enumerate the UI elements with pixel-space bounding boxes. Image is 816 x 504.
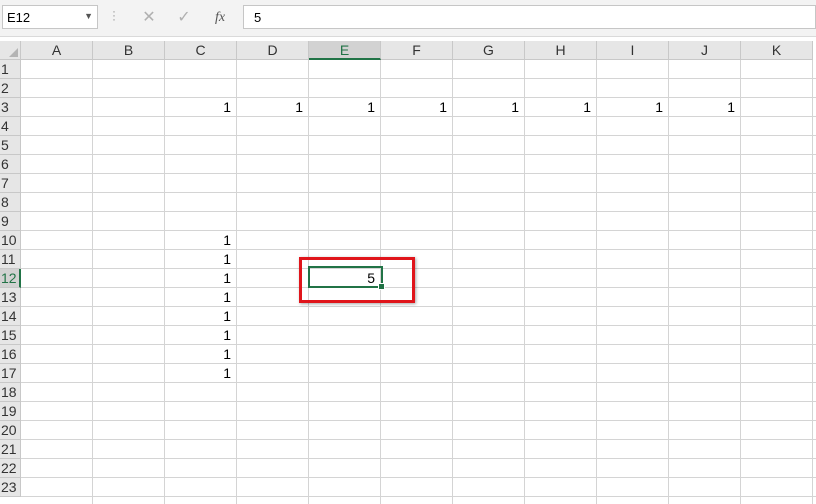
column-gridline [452,60,453,504]
column-header-d[interactable]: D [237,41,309,60]
column-header-i[interactable]: I [597,41,669,60]
row-header-18[interactable]: 18 [0,383,21,402]
row-header-23[interactable]: 23 [0,478,21,497]
column-gridline [596,60,597,504]
row-header-11[interactable]: 11 [0,250,21,269]
column-gridline [740,60,741,504]
column-gridline [812,60,813,504]
row-header-21[interactable]: 21 [0,440,21,459]
more-options-icon[interactable]: · · · [111,5,117,25]
cell-j3[interactable]: 1 [669,98,735,117]
cell-f3[interactable]: 1 [381,98,447,117]
row-header-19[interactable]: 19 [0,402,21,421]
row-header-13[interactable]: 13 [0,288,21,307]
cell-i3[interactable]: 1 [597,98,663,117]
row-gridline [21,439,816,440]
column-header-k[interactable]: K [741,41,813,60]
column-gridline [236,60,237,504]
column-gridline [92,60,93,504]
row-header-6[interactable]: 6 [0,155,21,174]
row-gridline [21,382,816,383]
row-gridline [21,325,816,326]
row-gridline [21,344,816,345]
row-gridline [21,363,816,364]
column-gridline [524,60,525,504]
row-gridline [21,401,816,402]
row-gridline [21,192,816,193]
cell-c12[interactable]: 1 [165,269,231,288]
column-header-b[interactable]: B [93,41,165,60]
row-gridline [21,477,816,478]
cell-c17[interactable]: 1 [165,364,231,383]
row-gridline [21,211,816,212]
row-header-14[interactable]: 14 [0,307,21,326]
row-header-5[interactable]: 5 [0,136,21,155]
worksheet-grid[interactable]: ABCDEFGHIJK 1 2 3 4 5 6 7 8 9 10 11 12 13 14 15 16 17 18 1… [0,41,816,504]
column-header-j[interactable]: J [669,41,741,60]
name-box[interactable]: E12 ▼ [2,5,98,29]
row-gridline [21,458,816,459]
row-gridline [21,496,816,497]
cancel-icon[interactable]: ✕ [137,7,161,29]
row-header-15[interactable]: 15 [0,326,21,345]
row-header-12[interactable]: 12 [0,269,21,288]
row-header-22[interactable]: 22 [0,459,21,478]
column-header-f[interactable]: F [381,41,453,60]
row-gridline [21,249,816,250]
row-gridline [21,268,816,269]
row-gridline [21,420,816,421]
red-highlight-box [299,257,415,303]
row-gridline [21,154,816,155]
cell-h3[interactable]: 1 [525,98,591,117]
enter-icon[interactable]: ✓ [172,7,196,29]
column-gridline [668,60,669,504]
row-header-16[interactable]: 16 [0,345,21,364]
row-header-7[interactable]: 7 [0,174,21,193]
row-header-2[interactable]: 2 [0,79,21,98]
column-header-e[interactable]: E [309,41,381,60]
formula-value: 5 [254,10,262,25]
column-header-c[interactable]: C [165,41,237,60]
row-header-8[interactable]: 8 [0,193,21,212]
row-header-9[interactable]: 9 [0,212,21,231]
row-gridline [21,230,816,231]
row-gridline [21,306,816,307]
chevron-down-icon[interactable]: ▼ [84,11,93,21]
cell-c10[interactable]: 1 [165,231,231,250]
name-box-value: E12 [7,10,31,25]
row-gridline [21,173,816,174]
row-header-4[interactable]: 4 [0,117,21,136]
cell-c14[interactable]: 1 [165,307,231,326]
insert-function-icon[interactable]: fx [208,7,232,29]
column-header-g[interactable]: G [453,41,525,60]
row-gridline [21,135,816,136]
corner-triangle-icon [9,48,18,57]
row-gridline [21,287,816,288]
cell-d3[interactable]: 1 [237,98,303,117]
cell-c3[interactable]: 1 [165,98,231,117]
row-header-10[interactable]: 10 [0,231,21,250]
row-header-1[interactable]: 1 [0,60,21,79]
row-header-20[interactable]: 20 [0,421,21,440]
cell-g3[interactable]: 1 [453,98,519,117]
cell-c11[interactable]: 1 [165,250,231,269]
column-header-h[interactable]: H [525,41,597,60]
cell-c15[interactable]: 1 [165,326,231,345]
row-gridline [21,78,816,79]
cell-c16[interactable]: 1 [165,345,231,364]
row-header-3[interactable]: 3 [0,98,21,117]
row-header-17[interactable]: 17 [0,364,21,383]
formula-input[interactable]: 5 [243,5,816,29]
column-header-a[interactable]: A [21,41,93,60]
select-all-button[interactable] [0,41,21,60]
cell-e3[interactable]: 1 [309,98,375,117]
formula-bar: E12 ▼ · · · ✕ ✓ fx 5 [0,0,816,37]
cell-c13[interactable]: 1 [165,288,231,307]
